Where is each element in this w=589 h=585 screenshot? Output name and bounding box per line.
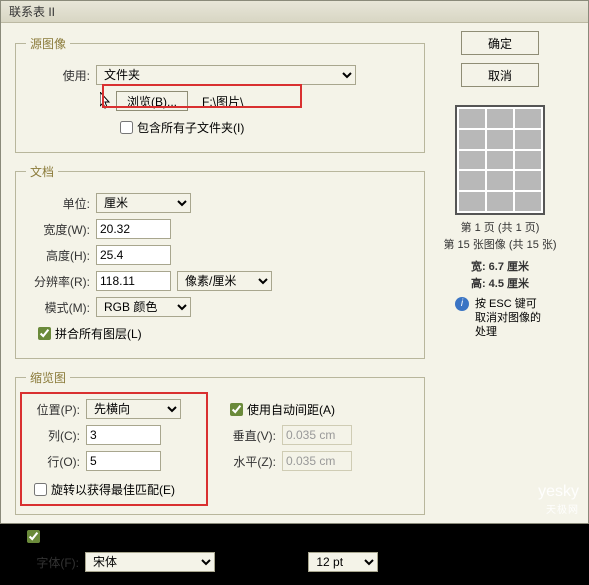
- position-select[interactable]: 先横向: [86, 399, 181, 419]
- mode-select[interactable]: RGB 颜色: [96, 297, 191, 317]
- unit-select[interactable]: 厘米: [96, 193, 191, 213]
- vertical-label: 垂直(V):: [226, 427, 282, 444]
- source-path: F:\图片\: [202, 93, 243, 110]
- preview-dim-w: 宽: 6.7 厘米: [471, 261, 529, 273]
- layout-preview: [455, 105, 545, 215]
- watermark: yesky 天极网: [538, 483, 579, 516]
- flatten-checkbox[interactable]: [38, 327, 51, 340]
- use-filename-caption-label: 使用文件名作题注(U): [44, 528, 157, 545]
- auto-spacing-label: 使用自动间距(A): [247, 401, 335, 418]
- rotate-label: 旋转以获得最佳匹配(E): [51, 481, 175, 498]
- width-input[interactable]: [96, 219, 171, 239]
- group-document: 文档 单位: 厘米 宽度(W): 高度(H): 分辨率(R): 像素/厘米: [15, 163, 425, 359]
- preview-page-info: 第 1 页 (共 1 页): [435, 221, 565, 236]
- group-source: 源图像 使用: 文件夹 浏览(B)... F:\图片\ 包含所有子文件夹(I): [15, 35, 425, 153]
- browse-button[interactable]: 浏览(B)...: [116, 91, 188, 111]
- cursor-icon: [100, 92, 112, 110]
- cols-label: 列(C):: [26, 427, 86, 444]
- use-filename-caption-checkbox[interactable]: [27, 530, 40, 543]
- rows-input[interactable]: [86, 451, 161, 471]
- resolution-label: 分辨率(R):: [26, 273, 96, 290]
- include-subfolders-label: 包含所有子文件夹(I): [137, 119, 244, 136]
- height-label: 高度(H):: [26, 247, 96, 264]
- preview-image-info: 第 15 张图像 (共 15 张): [435, 238, 565, 253]
- horizontal-label: 水平(Z):: [226, 453, 282, 470]
- vertical-input: [282, 425, 352, 445]
- group-thumbnail-legend: 缩览图: [26, 369, 70, 386]
- esc-hint: 按 ESC 键可取消对图像的处理: [475, 297, 545, 340]
- include-subfolders-checkbox[interactable]: [120, 121, 133, 134]
- group-document-legend: 文档: [26, 163, 58, 180]
- rows-label: 行(O):: [26, 453, 86, 470]
- preview-dim-h: 高: 4.5 厘米: [471, 278, 529, 290]
- group-thumbnail: 缩览图 位置(P): 先横向 列(C): 行(O):: [15, 369, 425, 515]
- font-label: 字体(F):: [15, 554, 85, 571]
- use-select[interactable]: 文件夹: [96, 65, 356, 85]
- cols-input[interactable]: [86, 425, 161, 445]
- cancel-button[interactable]: 取消: [461, 63, 539, 87]
- horizontal-input: [282, 451, 352, 471]
- group-source-legend: 源图像: [26, 35, 70, 52]
- width-label: 宽度(W):: [26, 221, 96, 238]
- resolution-unit-select[interactable]: 像素/厘米: [177, 271, 272, 291]
- rotate-checkbox[interactable]: [34, 483, 47, 496]
- flatten-label: 拼合所有图层(L): [55, 325, 142, 342]
- use-label: 使用:: [26, 67, 96, 84]
- font-size-select[interactable]: 12 pt: [308, 552, 378, 572]
- height-input[interactable]: [96, 245, 171, 265]
- info-icon: i: [455, 297, 469, 311]
- window-title: 联系表 II: [1, 1, 588, 23]
- font-size-label: 字体大小(S):: [235, 554, 302, 571]
- position-label: 位置(P):: [26, 401, 86, 418]
- unit-label: 单位:: [26, 195, 96, 212]
- resolution-input[interactable]: [96, 271, 171, 291]
- mode-label: 模式(M):: [26, 299, 96, 316]
- auto-spacing-checkbox[interactable]: [230, 403, 243, 416]
- font-select[interactable]: 宋体: [85, 552, 215, 572]
- ok-button[interactable]: 确定: [461, 31, 539, 55]
